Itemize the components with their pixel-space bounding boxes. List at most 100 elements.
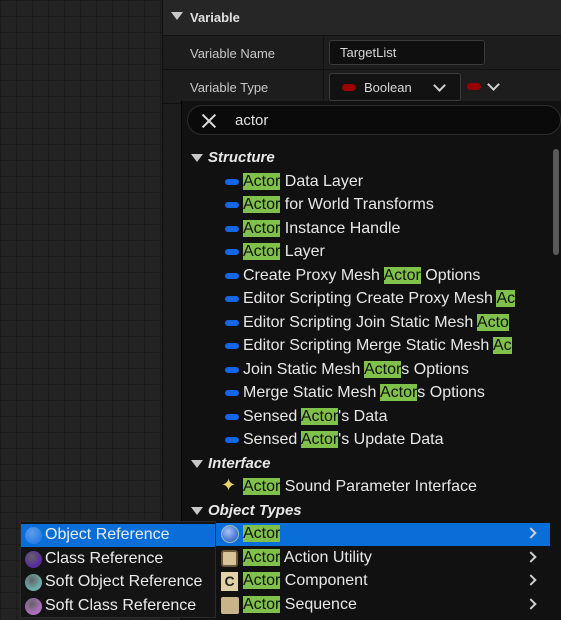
reference-type-icon [25, 550, 42, 568]
search-match-highlight: Actor [243, 219, 281, 237]
struct-pin-icon [225, 437, 239, 443]
type-list: Structure Actor Data Layer Actor for World… [182, 145, 550, 620]
container-type-dropdown[interactable] [465, 73, 505, 101]
category-object-types[interactable]: Object Types [182, 500, 550, 522]
reference-type-option[interactable]: Class Reference [21, 548, 215, 571]
type-item-label: Create Proxy Mesh Actor Options [243, 266, 481, 284]
type-item-label: Editor Scripting Create Proxy Mesh Ac [243, 290, 516, 307]
search-input[interactable]: actor [187, 105, 561, 135]
search-match-highlight: Actor [363, 360, 402, 378]
column-divider [323, 36, 324, 70]
type-item-label: Editor Scripting Merge Static Mesh Ac [243, 337, 512, 354]
search-match-highlight: Actor [243, 595, 281, 613]
type-item[interactable]: Actor Sequence [182, 594, 550, 617]
search-match-highlight: Actor [379, 384, 418, 401]
type-item[interactable]: Editor Scripting Create Proxy Mesh Ac [182, 288, 550, 311]
expand-triangle-icon [171, 12, 183, 20]
struct-pin-icon [225, 225, 239, 232]
variable-name-input[interactable]: TargetList [329, 40, 485, 65]
chevron-down-icon [487, 78, 500, 91]
search-match-highlight: Ac [492, 337, 512, 354]
struct-pin-icon [225, 178, 239, 185]
variable-section-header[interactable]: Variable [163, 0, 561, 36]
actor-icon [221, 525, 239, 543]
sparkle-icon: ✦ [221, 476, 237, 495]
search-match-highlight: Actor [243, 548, 281, 566]
type-item[interactable]: Actor Data Layer [182, 171, 550, 194]
category-label: Object Types [208, 501, 302, 519]
type-item[interactable]: Editor Scripting Join Static Mesh Acto [182, 312, 550, 335]
type-item[interactable]: Sensed Actor's Update Data [182, 429, 550, 452]
single-variable-icon [467, 83, 481, 90]
struct-pin-icon [225, 413, 239, 420]
search-match-highlight: Actor [243, 478, 281, 495]
search-match-highlight: Actor [243, 172, 281, 190]
type-item-label: Editor Scripting Join Static Mesh Acto [243, 313, 509, 331]
type-item-label: Actor Layer [243, 243, 325, 260]
type-item-label: Actor Instance Handle [243, 219, 401, 237]
variable-type-dropdown[interactable]: Boolean [329, 73, 461, 101]
expand-triangle-icon [191, 506, 203, 515]
scrollbar[interactable] [550, 145, 561, 620]
reference-type-label: Soft Class Reference [45, 596, 197, 614]
type-item-label: Actor Component [243, 572, 368, 589]
type-item[interactable]: ✦ Actor Sound Parameter Interface [182, 476, 550, 499]
type-item-label: Actor Action Utility [243, 548, 372, 566]
search-match-highlight: Actor [300, 431, 339, 448]
type-item[interactable]: C Actor Component [182, 570, 550, 593]
search-match-highlight: Actor [243, 196, 281, 213]
type-item[interactable]: Create Proxy Mesh Actor Options [182, 265, 550, 288]
type-item[interactable]: Join Static Mesh Actors Options [182, 359, 550, 382]
chevron-right-icon [525, 574, 537, 586]
reference-type-label: Soft Object Reference [45, 573, 203, 590]
chevron-right-icon [525, 527, 537, 539]
category-label: Structure [208, 149, 275, 166]
type-item-label: Actor Sequence [243, 595, 357, 613]
scrollbar-thumb[interactable] [553, 149, 559, 255]
section-title: Variable [190, 10, 240, 25]
search-match-highlight: Actor [243, 525, 281, 542]
struct-pin-icon [225, 390, 239, 396]
clear-search-icon[interactable] [200, 112, 218, 130]
variable-name-label: Variable Name [190, 46, 276, 61]
type-item[interactable]: Actor for World Transforms [182, 194, 550, 217]
variable-type-row: Variable Type Boolean [163, 70, 561, 104]
sequence-icon [221, 596, 239, 614]
chevron-right-icon [525, 597, 537, 610]
chevron-down-icon [433, 79, 446, 92]
category-structure[interactable]: Structure [182, 147, 550, 169]
search-match-highlight: Ac [496, 290, 516, 307]
type-item[interactable]: Actor Layer [182, 241, 550, 264]
reference-type-icon [25, 527, 42, 544]
category-interface[interactable]: Interface [182, 453, 550, 475]
struct-pin-icon [225, 366, 239, 373]
reference-type-option[interactable]: Soft Class Reference [21, 595, 215, 618]
struct-pin-icon [225, 272, 239, 279]
category-label: Interface [208, 454, 271, 472]
search-match-highlight: Actor [243, 572, 281, 589]
search-text: actor [235, 112, 269, 129]
type-item-label: Join Static Mesh Actors Options [243, 360, 469, 378]
reference-type-option[interactable]: Soft Object Reference [21, 571, 215, 594]
expand-triangle-icon [191, 459, 203, 468]
reference-type-icon [25, 574, 42, 591]
type-item-label: Merge Static Mesh Actors Options [243, 384, 485, 401]
type-item-label: Actor Sound Parameter Interface [243, 478, 477, 495]
type-item[interactable]: Editor Scripting Merge Static Mesh Ac [182, 335, 550, 358]
type-item-label: Sensed Actor's Update Data [243, 431, 444, 448]
reference-type-label: Object Reference [45, 526, 170, 543]
type-item[interactable]: Merge Static Mesh Actors Options [182, 382, 550, 405]
reference-type-option[interactable]: Object Reference [21, 524, 215, 547]
type-item[interactable]: Actor Instance Handle [182, 218, 550, 241]
expand-triangle-icon [191, 154, 203, 162]
reference-type-icon [25, 597, 42, 615]
type-item[interactable]: Sensed Actor's Data [182, 406, 550, 429]
component-icon: C [221, 572, 238, 591]
search-match-highlight: Acto [476, 313, 509, 331]
type-item-label: Actor [243, 525, 281, 543]
type-item[interactable]: Actor [182, 523, 550, 546]
column-divider [323, 70, 324, 104]
type-item[interactable]: Actor Action Utility [182, 547, 550, 570]
type-item-label: Actor Data Layer [243, 172, 364, 190]
struct-pin-icon [225, 249, 239, 255]
